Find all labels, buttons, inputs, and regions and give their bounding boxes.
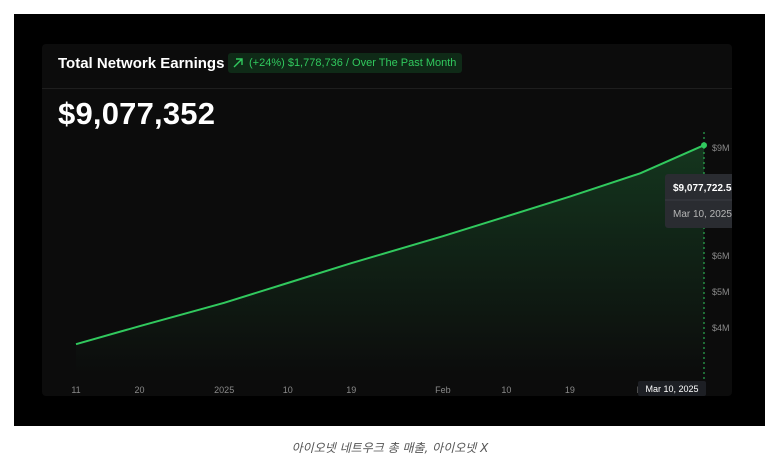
- x-tick-label: 10: [501, 385, 511, 395]
- data-point: [568, 195, 571, 198]
- earnings-area-chart[interactable]: $4M$5M$6M$7M$8M$9M112020251019Feb1019MMa…: [42, 44, 732, 396]
- data-point: [75, 343, 78, 346]
- y-tick-label: $5M: [712, 287, 730, 297]
- crosshair-date-label: Mar 10, 2025: [645, 384, 698, 394]
- value-tooltip: $9,077,722.55 Mar 10, 2025: [665, 174, 732, 228]
- data-point: [505, 215, 508, 218]
- screenshot-frame: Total Network Earnings (+24%) $1,778,736…: [14, 14, 765, 426]
- tooltip-value: $9,077,722.55: [673, 183, 732, 194]
- data-point: [639, 172, 642, 175]
- y-tick-label: $4M: [712, 323, 730, 333]
- x-tick-label: 19: [346, 385, 356, 395]
- y-tick-label: $6M: [712, 251, 730, 261]
- data-point: [441, 235, 444, 238]
- x-tick-label: 19: [565, 385, 575, 395]
- x-tick-label: 20: [134, 385, 144, 395]
- image-caption: 아이오넷 네트우크 총 매출, 아이오넷 X: [291, 441, 489, 455]
- x-tick-label: 11: [71, 385, 80, 395]
- earnings-area-fill: [76, 145, 704, 374]
- tooltip-date: Mar 10, 2025: [673, 209, 732, 220]
- data-point: [223, 301, 226, 304]
- data-point: [138, 325, 141, 328]
- x-tick-label: 10: [283, 385, 293, 395]
- x-tick-label: 2025: [214, 385, 234, 395]
- earnings-card: Total Network Earnings (+24%) $1,778,736…: [42, 44, 732, 396]
- y-tick-label: $9M: [712, 143, 730, 153]
- x-tick-label: Feb: [435, 385, 451, 395]
- data-point: [286, 282, 289, 285]
- data-point: [350, 262, 353, 265]
